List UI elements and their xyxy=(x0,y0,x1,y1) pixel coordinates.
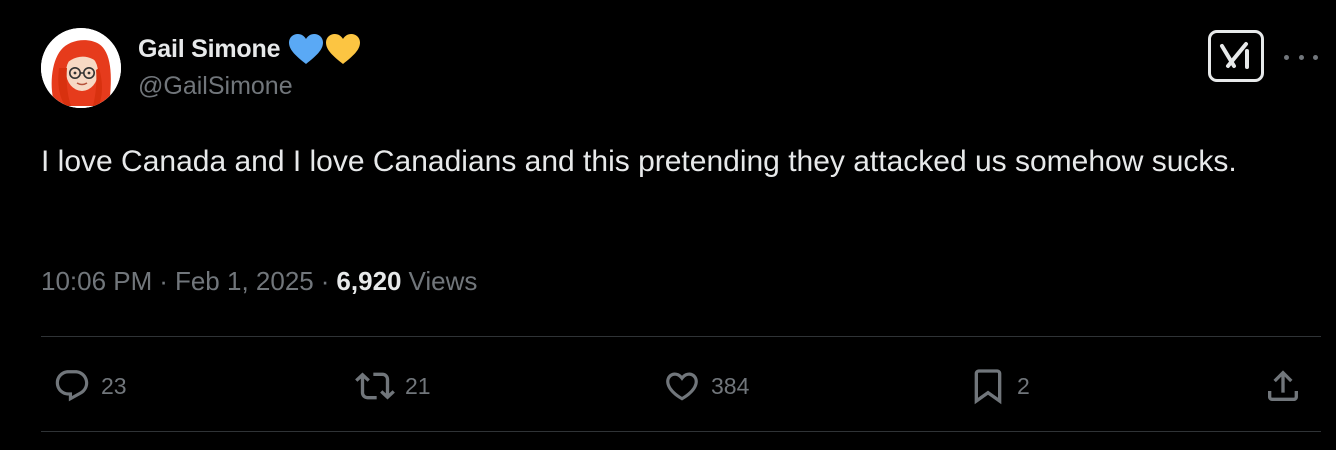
name-badges xyxy=(288,33,362,65)
author-name-line: Gail Simone xyxy=(138,30,362,68)
bookmark-button[interactable]: 2 xyxy=(967,360,1030,412)
divider xyxy=(41,336,1321,337)
more-dots-icon xyxy=(1284,54,1289,60)
author-display-name[interactable]: Gail Simone xyxy=(138,35,280,64)
like-button[interactable]: 384 xyxy=(661,360,749,412)
retweet-icon xyxy=(355,372,395,400)
meta-separator: · xyxy=(320,266,330,296)
retweet-count: 21 xyxy=(405,372,431,399)
views-label: Views xyxy=(408,266,478,296)
reply-button[interactable]: 23 xyxy=(51,360,127,412)
red-haired-woman-avatar-icon xyxy=(41,28,121,108)
tweet-time[interactable]: 10:06 PM xyxy=(41,266,152,297)
author-avatar[interactable] xyxy=(41,28,121,108)
more-dots-icon xyxy=(1313,54,1318,60)
tweet-date[interactable]: Feb 1, 2025 xyxy=(175,266,314,297)
grok-button[interactable] xyxy=(1208,30,1264,82)
author-handle[interactable]: @GailSimone xyxy=(138,72,293,101)
reply-icon xyxy=(55,370,89,402)
bookmark-icon xyxy=(974,369,1002,405)
share-button[interactable] xyxy=(1263,360,1303,412)
heart-outline-icon xyxy=(666,372,698,401)
more-options-button[interactable] xyxy=(1284,44,1318,70)
grok-icon xyxy=(1220,42,1249,69)
yellow-heart-icon xyxy=(326,34,361,64)
blue-heart-icon xyxy=(289,34,324,64)
tweet-text: I love Canada and I love Canadians and t… xyxy=(41,145,1237,178)
tweet-meta: 10:06 PM · Feb 1, 2025 · 6,920 Views xyxy=(41,266,477,297)
tweet: Gail Simone @GailSimone I love Canada an… xyxy=(0,0,1336,450)
more-dots-icon xyxy=(1298,54,1304,60)
reply-count: 23 xyxy=(101,372,127,399)
divider xyxy=(41,431,1321,432)
action-bar: 23 21 384 2 xyxy=(41,360,1321,412)
like-count: 384 xyxy=(711,372,750,399)
views-count: 6,920 xyxy=(336,266,402,296)
retweet-button[interactable]: 21 xyxy=(353,360,431,412)
meta-separator: · xyxy=(159,266,168,296)
share-icon xyxy=(1268,370,1298,401)
bookmark-count: 2 xyxy=(1017,372,1030,399)
